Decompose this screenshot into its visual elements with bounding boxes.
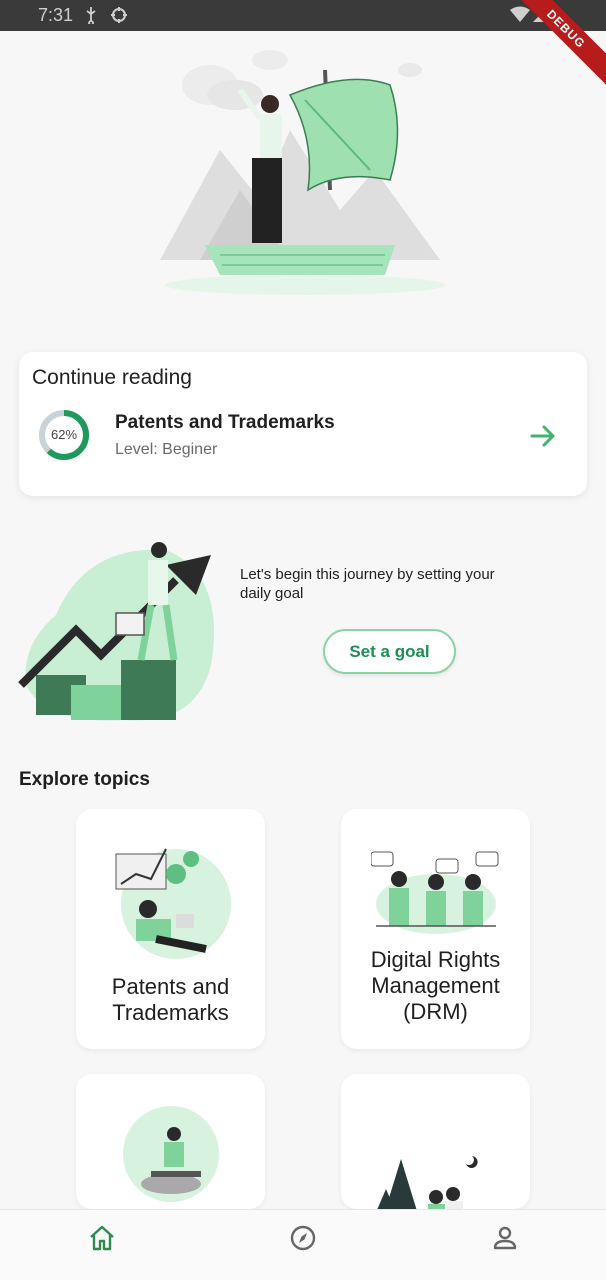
goal-text: Let's begin this journey by setting your… [240, 566, 495, 602]
person-icon[interactable] [491, 1224, 519, 1252]
compass-icon[interactable] [289, 1224, 317, 1252]
usb-icon [86, 7, 96, 24]
status-time: 7:31 [38, 5, 74, 25]
explore-topics-heading: Explore topics [19, 769, 150, 790]
topic-title: Patents and Trademarks [111, 974, 230, 1025]
wifi-icon [510, 6, 530, 22]
target-icon [111, 7, 127, 23]
drm-illustration [371, 851, 499, 934]
topic-title: Digital Rights Management (DRM) [370, 947, 501, 1024]
meditation-illustration [123, 1106, 219, 1202]
arrow-right-icon[interactable] [529, 422, 557, 450]
status-bar: 7:31 DEBUG [0, 0, 606, 94]
patents-illustration [115, 848, 231, 959]
topic-card[interactable] [76, 1074, 265, 1209]
topic-card[interactable] [341, 1074, 530, 1209]
topic-card[interactable]: Digital Rights Management (DRM) [341, 809, 530, 1049]
set-goal-button[interactable]: Set a goal [323, 629, 456, 674]
topic-card[interactable]: Patents and Trademarks [76, 809, 265, 1049]
home-icon[interactable] [88, 1224, 116, 1252]
continue-reading-card[interactable]: Continue reading 62% Patents and Tradema… [19, 352, 587, 496]
camping-illustration [377, 1156, 478, 1209]
course-level: Level: Beginer [115, 441, 218, 458]
hero-illustration [160, 50, 445, 295]
bottom-navigation [0, 1209, 606, 1280]
progress-label: 62% [50, 427, 78, 442]
continue-reading-heading: Continue reading [32, 366, 192, 389]
goal-illustration [18, 542, 214, 721]
course-title: Patents and Trademarks [115, 412, 335, 433]
